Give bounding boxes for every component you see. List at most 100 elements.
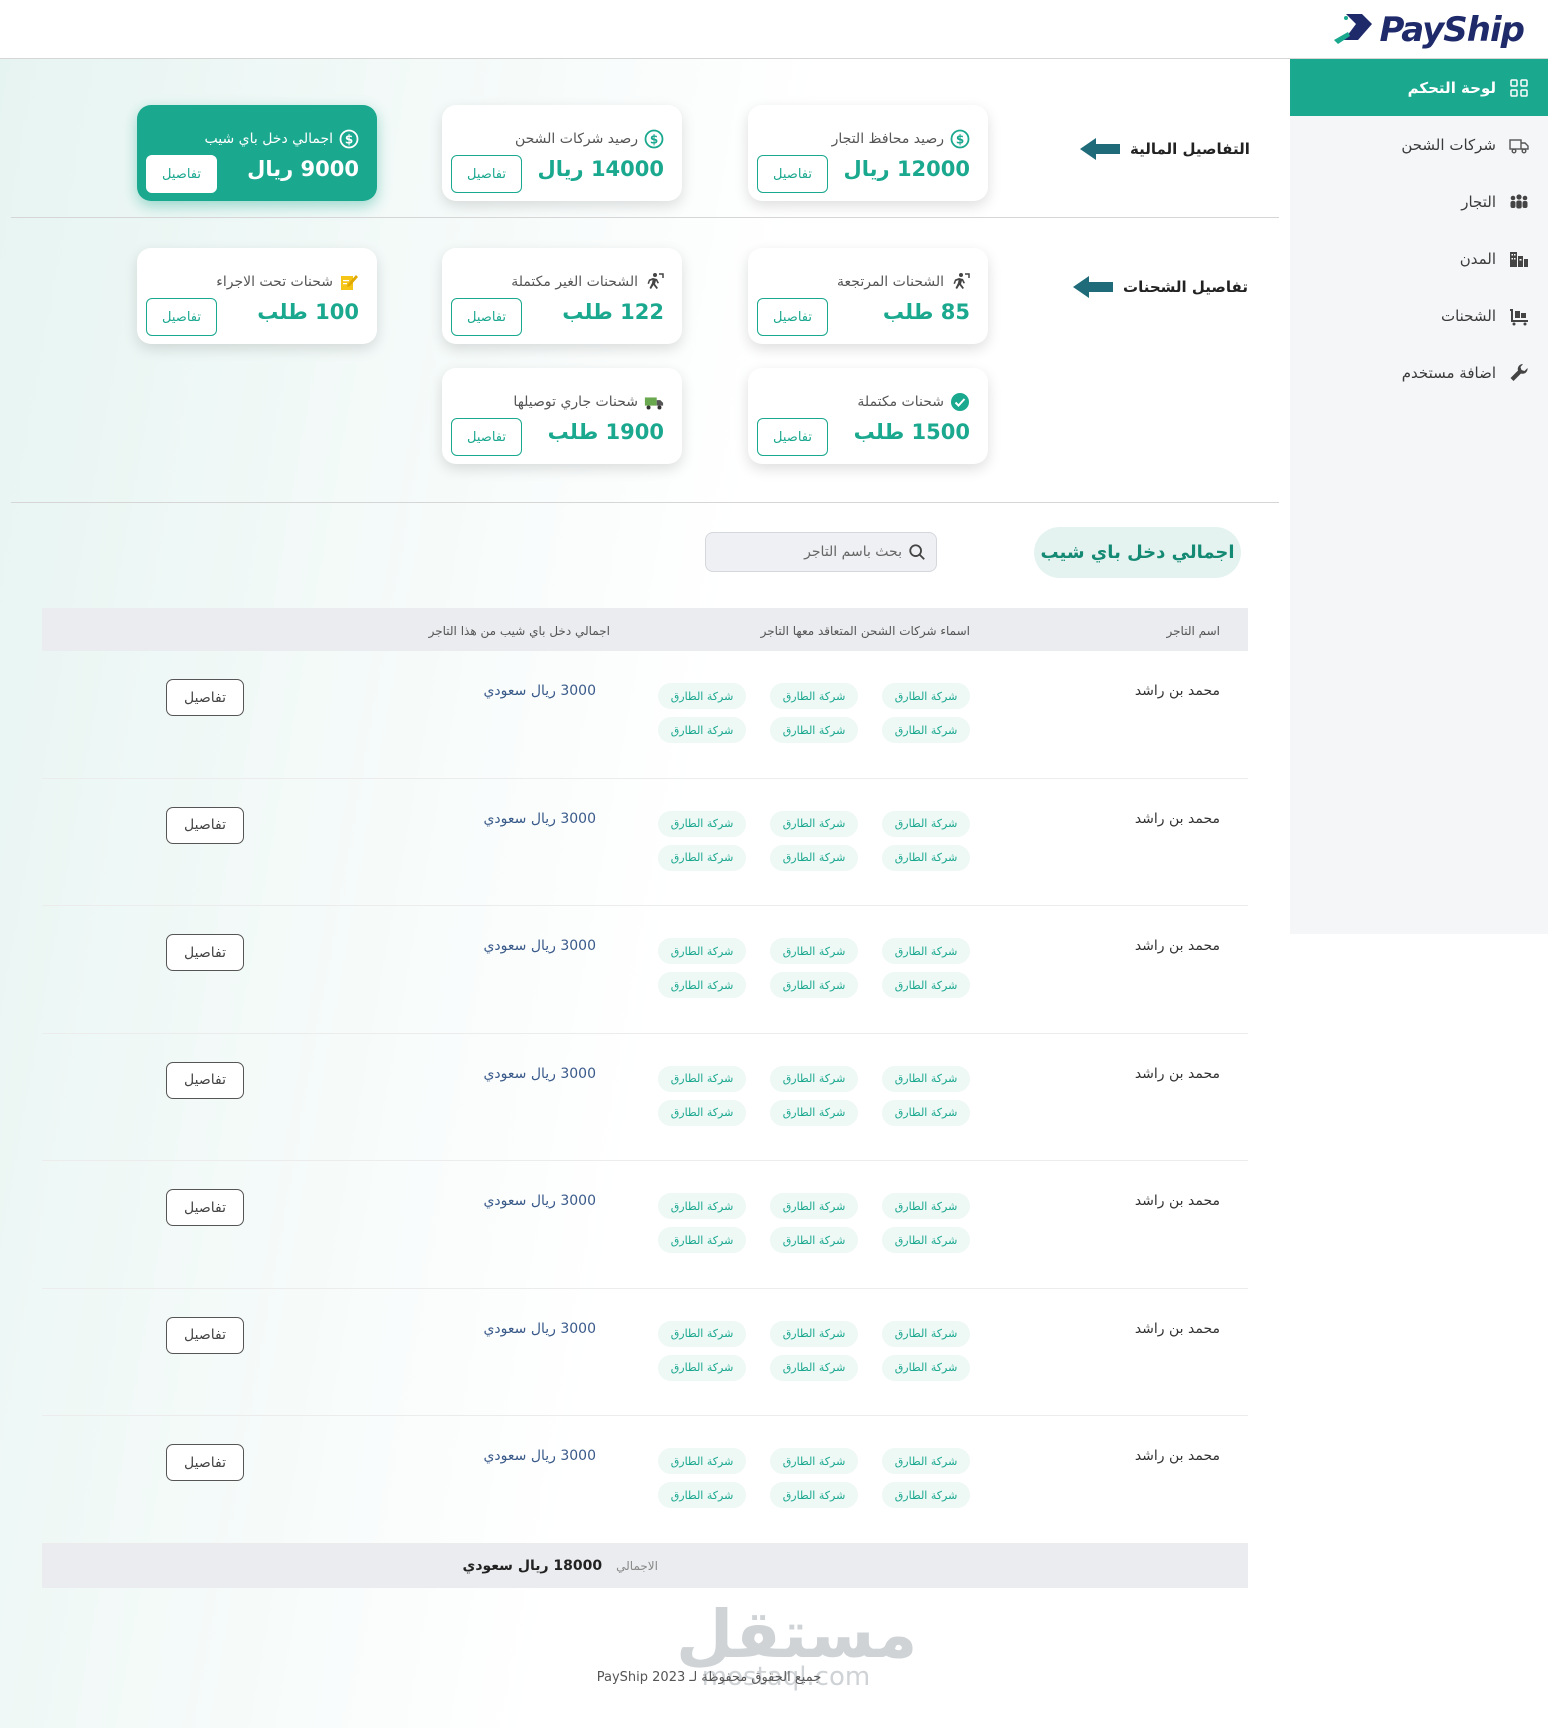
company-tag: شركة الطارق [882, 938, 970, 964]
row-details-button[interactable]: تفاصيل [166, 1444, 244, 1481]
company-tag: شركة الطارق [882, 1193, 970, 1219]
svg-text:$: $ [345, 133, 353, 147]
card-in-delivery-shipments: شحنات جاري توصيلها 1900 طلب تفاصيل [442, 368, 682, 464]
row-details-button[interactable]: تفاصيل [166, 1316, 244, 1354]
company-tag: شركة الطارق [770, 1065, 858, 1092]
section-divider [11, 502, 1279, 503]
card-title: اجمالي دخل باي شيب [204, 131, 333, 147]
details-button[interactable]: تفاصيل [451, 155, 522, 193]
sidebar-item-dashboard[interactable]: لوحة التحكم [1290, 59, 1548, 116]
check-circle-icon [951, 393, 969, 411]
sidebar-item-merchants[interactable]: التجار [1290, 173, 1548, 230]
merchant-income: 3000 ريال سعودي [483, 1065, 596, 1082]
row-details-button[interactable]: تفاصيل [166, 934, 244, 971]
sidebar-item-add-user[interactable]: اضافة مستخدم [1290, 344, 1548, 401]
card-payship-income: $ اجمالي دخل باي شيب 9000 ريال تفاصيل [137, 105, 377, 201]
sidebar-item-shipping-companies[interactable]: شركات الشحن [1290, 116, 1548, 173]
company-tag: شركة الطارق [770, 683, 858, 709]
company-tag: شركة الطارق [770, 810, 858, 837]
row-details-button[interactable]: تفاصيل [166, 1189, 244, 1226]
cart-box-icon [1508, 305, 1530, 327]
table-row: محمد بن راشد شركة الطارق شركة الطارق شركة ا… [42, 1289, 1248, 1416]
merchant-income: 3000 ريال سعودي [483, 938, 596, 954]
table-row: محمد بن راشد شركة الطارق شركة الطارق شركة ا… [42, 1034, 1248, 1161]
header-total: اجمالي دخل باي شيب من هذا التاجر [428, 624, 610, 638]
page-footer: جميع الحقوق محفوظة لـ PayShip 2023 [0, 1670, 1548, 1685]
merchant-income: 3000 ريال سعودي [483, 1320, 596, 1337]
details-button[interactable]: تفاصيل [146, 155, 217, 193]
company-tag: شركة الطارق [658, 972, 746, 998]
search-input[interactable] [732, 544, 902, 560]
footer-label: الاجمالي [616, 1558, 658, 1573]
runner-return-icon [953, 273, 970, 289]
city-buildings-icon [1508, 248, 1530, 270]
sidebar-item-label: شركات الشحن [1401, 135, 1496, 154]
table-body: محمد بن راشد شركة الطارق شركة الطارق شركة ا… [42, 651, 1248, 1544]
card-title: شحنات مكتملة [857, 394, 944, 410]
merchant-income: 3000 ريال سعودي [483, 1193, 596, 1209]
company-tags: شركة الطارق شركة الطارق شركة الطارق شركة ال… [650, 938, 970, 998]
search-icon [909, 544, 925, 560]
company-tag: شركة الطارق [658, 938, 746, 964]
company-tag: شركة الطارق [770, 717, 858, 743]
company-tag: شركة الطارق [658, 717, 746, 743]
details-button[interactable]: تفاصيل [757, 298, 828, 336]
company-tags: شركة الطارق شركة الطارق شركة الطارق شركة ال… [650, 1320, 970, 1381]
company-tag: شركة الطارق [658, 1099, 746, 1126]
brand-logo[interactable]: PayShip [1332, 8, 1525, 52]
company-tags: شركة الطارق شركة الطارق شركة الطارق شركة ال… [650, 1448, 970, 1508]
footer-sum: 18000 ريال سعودي [462, 1557, 603, 1574]
income-table: اسم التاجر اسماء شركات الشحن المتعاقد مع… [42, 608, 1248, 1588]
sidebar-item-label: التجار [1461, 192, 1496, 211]
truck-icon [644, 397, 664, 410]
dollar-circle-icon: $ [644, 129, 664, 149]
search-box [705, 532, 937, 572]
row-details-button[interactable]: تفاصيل [166, 806, 244, 844]
card-value: 1500 طلب [853, 420, 970, 444]
company-tags: شركة الطارق شركة الطارق شركة الطارق شركة ال… [650, 1065, 970, 1126]
company-tags: شركة الطارق شركة الطارق شركة الطارق شركة ال… [650, 1193, 970, 1253]
merchant-name: محمد بن راشد [1134, 683, 1220, 699]
company-tag: شركة الطارق [882, 1065, 970, 1092]
arrow-left-icon [1073, 276, 1113, 298]
company-tag: شركة الطارق [882, 972, 970, 998]
card-value: 9000 ريال [247, 157, 359, 181]
company-tag: شركة الطارق [658, 1482, 746, 1508]
row-details-button[interactable]: تفاصيل [166, 1061, 244, 1099]
grid-icon [1508, 77, 1530, 99]
sidebar-item-shipments[interactable]: الشحنات [1290, 287, 1548, 344]
company-tag: شركة الطارق [882, 810, 970, 837]
company-tag: شركة الطارق [882, 844, 970, 871]
details-button[interactable]: تفاصيل [757, 418, 828, 456]
runner-return-icon [647, 273, 664, 289]
company-tag: شركة الطارق [770, 1482, 858, 1508]
company-tag: شركة الطارق [770, 1227, 858, 1253]
company-tag: شركة الطارق [658, 1193, 746, 1219]
company-tag: شركة الطارق [882, 717, 970, 743]
details-button[interactable]: تفاصيل [451, 418, 522, 456]
company-tag: شركة الطارق [770, 1099, 858, 1126]
company-tag: شركة الطارق [770, 1354, 858, 1381]
row-details-button[interactable]: تفاصيل [166, 679, 244, 716]
section-divider [11, 217, 1279, 218]
dollar-circle-icon: $ [339, 129, 359, 149]
sidebar-item-label: لوحة التحكم [1407, 78, 1496, 97]
details-button[interactable]: تفاصيل [451, 298, 522, 336]
table-header: اسم التاجر اسماء شركات الشحن المتعاقد مع… [42, 608, 1248, 651]
sidebar-item-label: الشحنات [1440, 306, 1496, 325]
card-returned-shipments: الشحنات المرتجعة 85 طلب تفاصيل [748, 248, 988, 344]
card-title: الشحنات المرتجعة [837, 274, 944, 290]
company-tag: شركة الطارق [770, 972, 858, 998]
company-tags: شركة الطارق شركة الطارق شركة الطارق شركة ال… [650, 810, 970, 871]
sidebar-item-cities[interactable]: المدن [1290, 230, 1548, 287]
merchant-name: محمد بن راشد [1134, 1448, 1220, 1464]
company-tag: شركة الطارق [658, 1354, 746, 1381]
company-tag: شركة الطارق [882, 1227, 970, 1253]
financial-section-label: التفاصيل المالية [1080, 138, 1250, 160]
details-button[interactable]: تفاصيل [757, 155, 828, 193]
card-title: رصيد شركات الشحن [514, 131, 638, 147]
details-button[interactable]: تفاصيل [146, 298, 217, 336]
card-title: رصيد محافظ التجار [831, 131, 944, 147]
card-value: 12000 ريال [843, 157, 970, 181]
company-tag: شركة الطارق [882, 1482, 970, 1508]
